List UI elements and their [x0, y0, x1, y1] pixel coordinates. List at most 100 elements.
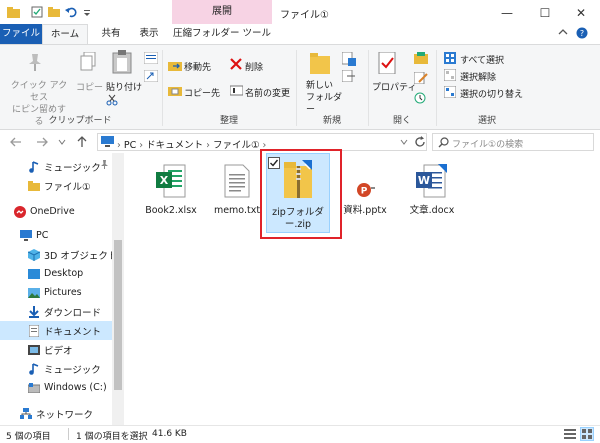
copy-button[interactable]: コピー	[76, 80, 103, 93]
address-history-chevron-icon[interactable]	[400, 138, 408, 149]
history-icon[interactable]	[414, 92, 426, 107]
edit-icon[interactable]	[413, 71, 428, 87]
tab-compressed-folder-tools[interactable]: 圧縮フォルダー ツール	[172, 24, 272, 44]
copy-path-icon[interactable]	[143, 51, 159, 67]
ribbon-collapse-icon[interactable]	[558, 28, 568, 41]
breadcrumb: › PC › ドキュメント › ファイル① ›	[117, 140, 267, 151]
recent-locations-chevron-icon[interactable]	[58, 138, 66, 149]
sidebar-item-label: ネットワーク	[36, 409, 94, 421]
up-arrow-icon[interactable]	[76, 136, 88, 151]
back-arrow-icon[interactable]	[10, 136, 22, 151]
sidebar-item-label: ミュージック	[44, 364, 101, 376]
paste-shortcut-icon[interactable]	[143, 69, 159, 85]
details-view-icon[interactable]	[564, 428, 576, 443]
pinned-icon	[100, 160, 109, 172]
large-icons-view-icon[interactable]	[580, 427, 594, 441]
new-folder-button[interactable]: 新しい フォルダー	[306, 80, 342, 116]
properties-quick-icon[interactable]	[30, 5, 44, 19]
cut-icon[interactable]	[106, 94, 118, 109]
invert-selection-button[interactable]: 選択の切り替え	[460, 87, 523, 100]
new-folder-quick-icon[interactable]	[47, 5, 61, 19]
selected-count: 1 個の項目を選択	[76, 432, 148, 442]
pc-icon	[20, 230, 32, 242]
breadcrumb-pc[interactable]: PC	[124, 140, 136, 151]
sidebar-item-pictures[interactable]: Pictures	[0, 283, 112, 302]
folder-icon	[28, 180, 40, 192]
paste-button[interactable]: 貼り付け	[106, 80, 142, 93]
context-tab-extract[interactable]: 展開	[172, 0, 272, 24]
undo-icon[interactable]	[64, 5, 78, 19]
item-count: 5 個の項目	[6, 432, 51, 442]
pc-icon	[101, 136, 114, 150]
tab-file[interactable]: ファイル	[0, 24, 42, 44]
search-placeholder: ファイル①の検索	[452, 140, 524, 150]
copy-to-icon	[168, 84, 182, 99]
select-none-button[interactable]: 選択解除	[460, 70, 496, 83]
properties-icon	[378, 51, 398, 77]
properties-button[interactable]: プロパティ	[372, 80, 416, 93]
copy-to-button[interactable]: コピー先	[184, 86, 220, 99]
select-group-label: 選択	[477, 116, 496, 126]
new-folder-icon	[310, 52, 330, 77]
move-to-icon	[168, 59, 182, 74]
sidebar-item-label: Pictures	[44, 287, 82, 298]
sidebar-item-folder1[interactable]: ファイル①	[0, 176, 112, 195]
sidebar-item-music-pc[interactable]: ミュージック	[0, 359, 112, 378]
select-none-icon	[443, 68, 457, 84]
sidebar-item-onedrive[interactable]: OneDrive	[0, 202, 112, 221]
sidebar-item-label: ダウンロード	[44, 307, 102, 319]
clipboard-group-label: クリップボード	[48, 116, 112, 126]
sidebar-item-windows-c[interactable]: Windows (C:)	[0, 378, 112, 397]
delete-button[interactable]: 削除	[245, 60, 263, 73]
sidebar-item-3d-objects[interactable]: 3D オブジェクト	[0, 245, 117, 264]
sidebar-item-desktop[interactable]: Desktop	[0, 264, 112, 283]
customize-toolbar-icon[interactable]	[80, 5, 94, 19]
3d-objects-icon	[28, 248, 40, 261]
tab-view[interactable]: 表示	[134, 24, 164, 44]
open-icon[interactable]	[414, 52, 428, 67]
sidebar-item-downloads[interactable]: ダウンロード	[0, 302, 112, 321]
rename-button[interactable]: 名前の変更	[245, 86, 290, 99]
organize-group-label: 整理	[219, 116, 238, 126]
forward-arrow-icon[interactable]	[36, 136, 48, 151]
maximize-button[interactable]: ☐	[526, 0, 564, 26]
refresh-icon[interactable]	[414, 136, 426, 151]
sidebar-item-documents[interactable]: ドキュメント	[0, 321, 112, 340]
invert-selection-icon	[443, 85, 457, 101]
svg-text:?: ?	[580, 29, 584, 38]
new-item-icon[interactable]	[341, 51, 356, 69]
sidebar-item-music[interactable]: ミュージック	[0, 157, 112, 176]
sidebar-item-label: Desktop	[44, 268, 84, 279]
rename-icon	[229, 85, 244, 99]
tab-home[interactable]: ホーム	[42, 24, 88, 45]
sidebar-item-label: OneDrive	[30, 206, 75, 217]
download-icon	[28, 305, 40, 318]
select-all-button[interactable]: すべて選択	[460, 53, 504, 66]
select-all-icon	[444, 52, 456, 67]
powerpoint-file-icon: P	[352, 182, 378, 201]
sidebar-item-videos[interactable]: ビデオ	[0, 340, 112, 359]
ribbon-tabs	[0, 24, 600, 44]
tab-share[interactable]: 共有	[96, 24, 126, 44]
sidebar-item-network[interactable]: ネットワーク	[0, 404, 112, 423]
easy-access-icon[interactable]	[341, 69, 356, 85]
network-icon	[20, 408, 32, 420]
file-item[interactable]: X Book2.xlsx	[136, 164, 206, 217]
help-icon[interactable]: ?	[576, 27, 588, 42]
sidebar-item-label: ドキュメント	[44, 326, 102, 338]
selected-size: 41.6 KB	[152, 429, 187, 439]
open-group-label: 開く	[392, 116, 411, 126]
file-item[interactable]: W 文章.docx	[397, 164, 467, 217]
breadcrumb-documents[interactable]: ドキュメント	[146, 140, 203, 151]
breadcrumb-current-folder[interactable]: ファイル①	[213, 140, 260, 151]
sidebar-scrollbar-thumb[interactable]	[114, 240, 122, 390]
sidebar-item-label: Windows (C:)	[44, 382, 107, 393]
video-icon	[28, 344, 40, 356]
move-to-button[interactable]: 移動先	[184, 60, 211, 73]
sidebar-item-pc[interactable]: PC	[0, 226, 112, 245]
minimize-button[interactable]: —	[488, 0, 526, 26]
sidebar-item-label: ファイル①	[44, 181, 91, 193]
window-title: ファイル①	[280, 10, 329, 21]
close-button[interactable]: ✕	[562, 0, 600, 26]
documents-icon	[28, 324, 40, 337]
